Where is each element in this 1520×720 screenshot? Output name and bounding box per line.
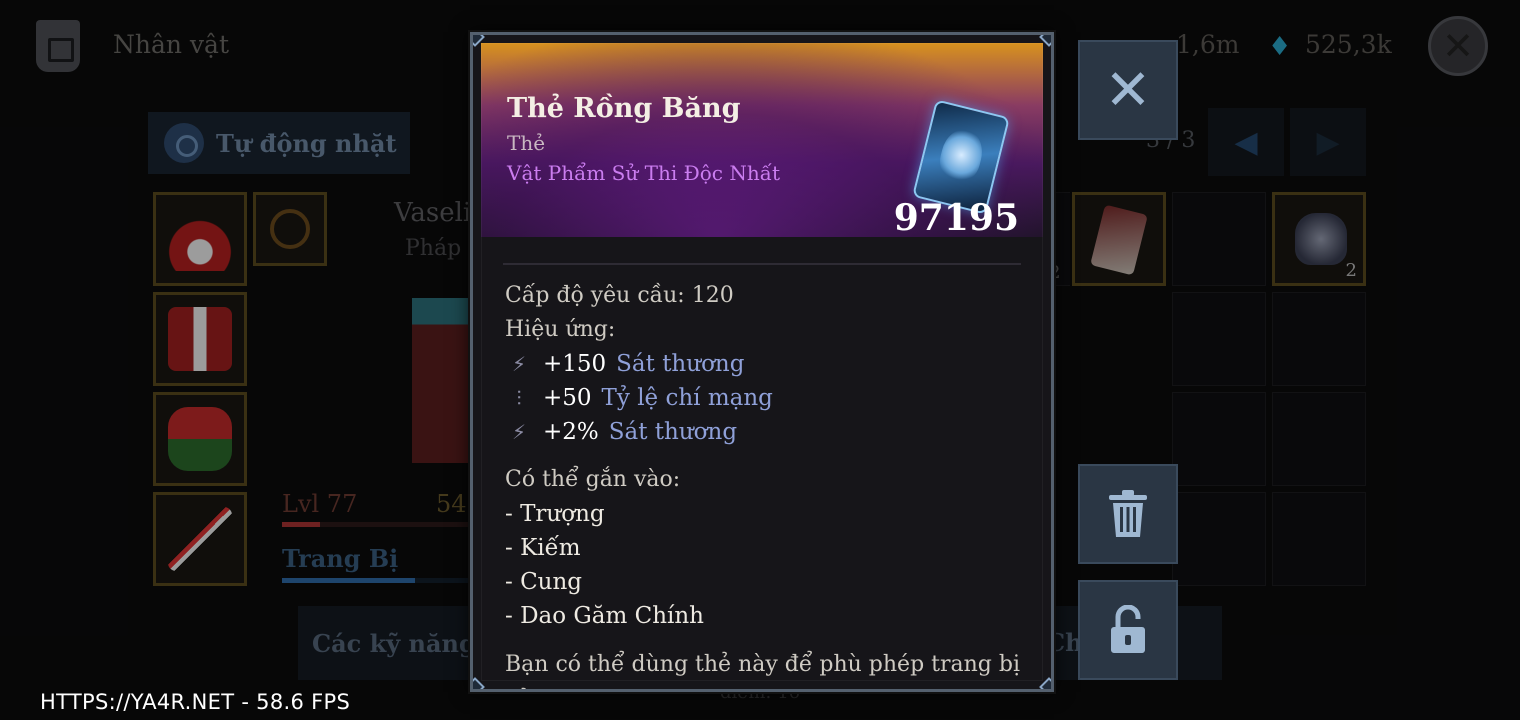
inventory-slot-helmet[interactable]: 2 bbox=[1272, 192, 1366, 286]
lightning-icon: ⚡ bbox=[511, 352, 527, 376]
character-name: Vaseli bbox=[394, 198, 472, 228]
tooltip-body: Cấp độ yêu cầu: 120 Hiệu ứng: ⚡ +150 Sát… bbox=[505, 279, 1023, 689]
demon-helmet-icon bbox=[1295, 213, 1347, 265]
inventory-slot-empty[interactable] bbox=[1172, 492, 1266, 586]
santa-coat-icon bbox=[168, 307, 232, 371]
skills-button[interactable]: Các kỹ năng bbox=[298, 606, 474, 680]
screen-title: Nhân vật bbox=[113, 30, 230, 59]
item-count: 2 bbox=[1345, 260, 1357, 281]
equip-slot-ring[interactable] bbox=[253, 192, 327, 266]
fps-overlay: HTTPS://YA4R.NET - 58.6 FPS bbox=[40, 690, 351, 714]
santa-hat-icon bbox=[168, 207, 232, 271]
item-tooltip: Thẻ Rồng Băng Thẻ Vật Phẩm Sử Thi Độc Nh… bbox=[470, 32, 1054, 692]
attach-label: Có thể gắn vào: bbox=[505, 467, 681, 492]
triple-sword-icon: ⫶ bbox=[516, 386, 522, 410]
inventory-slot-empty[interactable] bbox=[1172, 292, 1266, 386]
candy-cane-icon bbox=[168, 507, 232, 571]
required-level: Cấp độ yêu cầu: 120 bbox=[505, 283, 734, 308]
effect-name: Sát thương bbox=[616, 351, 745, 377]
auto-pickup-button[interactable]: Tự động nhặt bbox=[148, 112, 410, 174]
equip-slot-boots[interactable] bbox=[153, 392, 247, 486]
equip-slot-weapon[interactable] bbox=[153, 492, 247, 586]
item-title: Thẻ Rồng Băng bbox=[507, 93, 741, 124]
next-page-button[interactable]: ▶ bbox=[1290, 108, 1366, 176]
frame-corner bbox=[1039, 677, 1051, 689]
level-progress-value: 54 bbox=[436, 490, 467, 518]
item-rarity: Vật Phẩm Sử Thi Độc Nhất bbox=[507, 161, 781, 185]
level-label: Lvl 77 bbox=[282, 490, 358, 518]
divider bbox=[503, 263, 1021, 265]
effect-row: ⫶ +50 Tỷ lệ chí mạng bbox=[505, 381, 1023, 415]
unlock-icon bbox=[1111, 605, 1145, 653]
inventory-slot-empty[interactable] bbox=[1172, 392, 1266, 486]
equip-slot-armor[interactable] bbox=[153, 292, 247, 386]
item-price: 97195 bbox=[893, 197, 1019, 239]
equip-slot-hat[interactable] bbox=[153, 192, 247, 286]
frame-corner bbox=[473, 677, 485, 689]
character-sprite bbox=[412, 298, 472, 463]
auto-pickup-label: Tự động nhặt bbox=[216, 128, 397, 158]
effect-row: ⚡ +150 Sát thương bbox=[505, 347, 1023, 381]
attach-target: - Dao Găm Chính bbox=[505, 603, 704, 629]
attach-target: - Kiếm bbox=[505, 535, 581, 561]
trash-icon bbox=[1109, 490, 1147, 537]
character-class: Pháp bbox=[405, 236, 462, 261]
xp-bar bbox=[282, 522, 472, 527]
effect-name: Tỷ lệ chí mạng bbox=[601, 385, 773, 411]
effect-name: Sát thương bbox=[608, 419, 738, 445]
inventory-slot-empty[interactable] bbox=[1172, 192, 1266, 286]
item-description: Bạn có thể dùng thẻ này để phù phép tran… bbox=[505, 652, 1020, 689]
lock-item-button[interactable] bbox=[1078, 580, 1178, 680]
delete-item-button[interactable] bbox=[1078, 464, 1178, 564]
close-screen-button[interactable]: ✕ bbox=[1428, 16, 1488, 76]
effect-value: +50 bbox=[543, 385, 592, 411]
attach-target: - Cung bbox=[505, 569, 583, 595]
gear-user-icon bbox=[164, 123, 204, 163]
effect-value: +150 bbox=[543, 351, 607, 377]
card-item-icon bbox=[1090, 204, 1148, 276]
gem-amount: 525,3k bbox=[1305, 30, 1392, 59]
equipment-tab-underline bbox=[282, 578, 472, 583]
effect-value: +2% bbox=[543, 419, 599, 445]
tab-equipment[interactable]: Trang Bị bbox=[282, 544, 398, 573]
attach-target: - Trượng bbox=[505, 501, 605, 527]
armor-icon bbox=[36, 20, 80, 72]
effect-row: ⚡ +2% Sát thương bbox=[505, 415, 1023, 449]
inventory-slot-empty[interactable] bbox=[1272, 392, 1366, 486]
prev-page-button[interactable]: ◀ bbox=[1208, 108, 1284, 176]
diamond-icon: ♦ bbox=[1268, 32, 1292, 62]
santa-stocking-icon bbox=[168, 407, 232, 471]
item-type: Thẻ bbox=[507, 131, 546, 155]
inventory-slot-empty[interactable] bbox=[1272, 492, 1366, 586]
close-tooltip-button[interactable]: ✕ bbox=[1078, 40, 1178, 140]
inventory-slot-card[interactable] bbox=[1072, 192, 1166, 286]
gold-amount: 1,6m bbox=[1176, 30, 1240, 59]
inventory-slot-empty[interactable] bbox=[1272, 292, 1366, 386]
ring-icon bbox=[270, 209, 310, 249]
effects-label: Hiệu ứng: bbox=[505, 317, 616, 342]
lightning-icon: ⚡ bbox=[511, 420, 527, 444]
